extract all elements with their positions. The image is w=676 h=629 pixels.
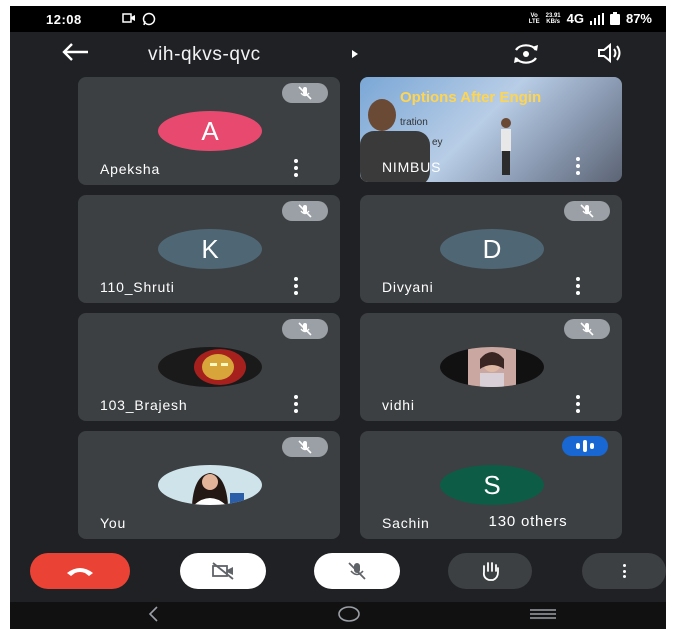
others-chip[interactable]: 130 others bbox=[446, 507, 610, 535]
participant-name: You bbox=[100, 515, 127, 531]
avatar-photo bbox=[158, 465, 262, 505]
video-text: ey bbox=[432, 137, 443, 148]
nav-recents-icon[interactable] bbox=[528, 604, 558, 624]
avatar: K bbox=[158, 229, 262, 269]
avatar: A bbox=[158, 111, 262, 151]
participant-name: Sachin bbox=[382, 515, 430, 531]
student-figure bbox=[501, 118, 511, 175]
video-notification-icon bbox=[122, 13, 135, 23]
battery-icon bbox=[609, 12, 620, 25]
speaker-icon[interactable] bbox=[596, 42, 624, 64]
network-type: 4G bbox=[566, 11, 584, 26]
participant-tile[interactable]: Options After Engin tration ey NIMBUS bbox=[360, 77, 622, 182]
meeting-details-arrow-icon[interactable] bbox=[350, 49, 360, 59]
raise-hand-icon bbox=[482, 562, 499, 581]
mic-toggle-button[interactable] bbox=[314, 553, 400, 589]
mic-off-icon bbox=[282, 319, 328, 339]
nav-home-icon[interactable] bbox=[336, 604, 362, 624]
status-bar: 12:08 Vo LTE 23.91 KB/s 4G 87% bbox=[10, 6, 666, 32]
more-vert-icon[interactable] bbox=[576, 277, 580, 295]
battery-percent: 87% bbox=[625, 11, 652, 26]
end-call-icon bbox=[67, 568, 93, 576]
person-photo-image bbox=[468, 347, 516, 387]
participant-tile[interactable]: K 110_Shruti bbox=[78, 195, 340, 303]
meeting-code[interactable]: vih-qkvs-qvc bbox=[148, 44, 261, 66]
flip-camera-icon[interactable] bbox=[510, 42, 542, 66]
network-speed: 23.91 KB/s bbox=[545, 12, 561, 25]
participant-name: Apeksha bbox=[100, 161, 161, 177]
back-arrow-icon[interactable] bbox=[60, 42, 90, 62]
more-vert-icon[interactable] bbox=[294, 159, 298, 177]
camera-toggle-button[interactable] bbox=[180, 553, 266, 589]
participant-name: 103_Brajesh bbox=[100, 397, 188, 413]
meeting-header: vih-qkvs-qvc bbox=[10, 32, 666, 76]
android-nav-bar bbox=[10, 602, 666, 629]
status-time: 12:08 bbox=[46, 12, 82, 27]
mic-off-icon bbox=[564, 319, 610, 339]
participant-tile[interactable]: 103_Brajesh bbox=[78, 313, 340, 421]
mic-off-icon bbox=[282, 437, 328, 457]
avatar-photo bbox=[440, 347, 544, 387]
participant-name: Divyani bbox=[382, 279, 434, 295]
more-vert-icon bbox=[622, 564, 626, 578]
mic-off-icon bbox=[282, 83, 328, 103]
participant-name: 110_Shruti bbox=[100, 279, 175, 295]
more-vert-icon[interactable] bbox=[294, 395, 298, 413]
signal-icon bbox=[589, 12, 604, 25]
more-vert-icon[interactable] bbox=[576, 395, 580, 413]
selfie-image bbox=[192, 473, 244, 505]
ironman-helmet-image bbox=[194, 349, 246, 385]
mic-off-icon bbox=[348, 562, 366, 580]
more-vert-icon[interactable] bbox=[294, 277, 298, 295]
participant-name: vidhi bbox=[382, 397, 415, 413]
volte-indicator: Vo LTE bbox=[528, 12, 540, 25]
avatar-photo bbox=[158, 347, 262, 387]
avatar: S bbox=[440, 465, 544, 505]
mic-off-icon bbox=[282, 201, 328, 221]
avatar: D bbox=[440, 229, 544, 269]
participant-tile[interactable]: A Apeksha bbox=[78, 77, 340, 185]
participant-name: NIMBUS bbox=[382, 159, 442, 175]
participant-tile[interactable]: vidhi bbox=[360, 313, 622, 421]
mic-off-icon bbox=[564, 201, 610, 221]
more-options-button[interactable] bbox=[582, 553, 666, 589]
participant-tile-self[interactable]: You bbox=[78, 431, 340, 539]
camera-off-icon bbox=[212, 562, 234, 580]
raise-hand-button[interactable] bbox=[448, 553, 532, 589]
end-call-button[interactable] bbox=[30, 553, 130, 589]
speaking-indicator-icon bbox=[562, 436, 608, 456]
more-vert-icon[interactable] bbox=[576, 157, 580, 175]
whatsapp-icon bbox=[142, 12, 156, 26]
nav-back-icon[interactable] bbox=[146, 604, 162, 624]
participant-tile[interactable]: D Divyani bbox=[360, 195, 622, 303]
meet-screen: 12:08 Vo LTE 23.91 KB/s 4G 87% vih-qkvs-qv… bbox=[10, 6, 666, 629]
